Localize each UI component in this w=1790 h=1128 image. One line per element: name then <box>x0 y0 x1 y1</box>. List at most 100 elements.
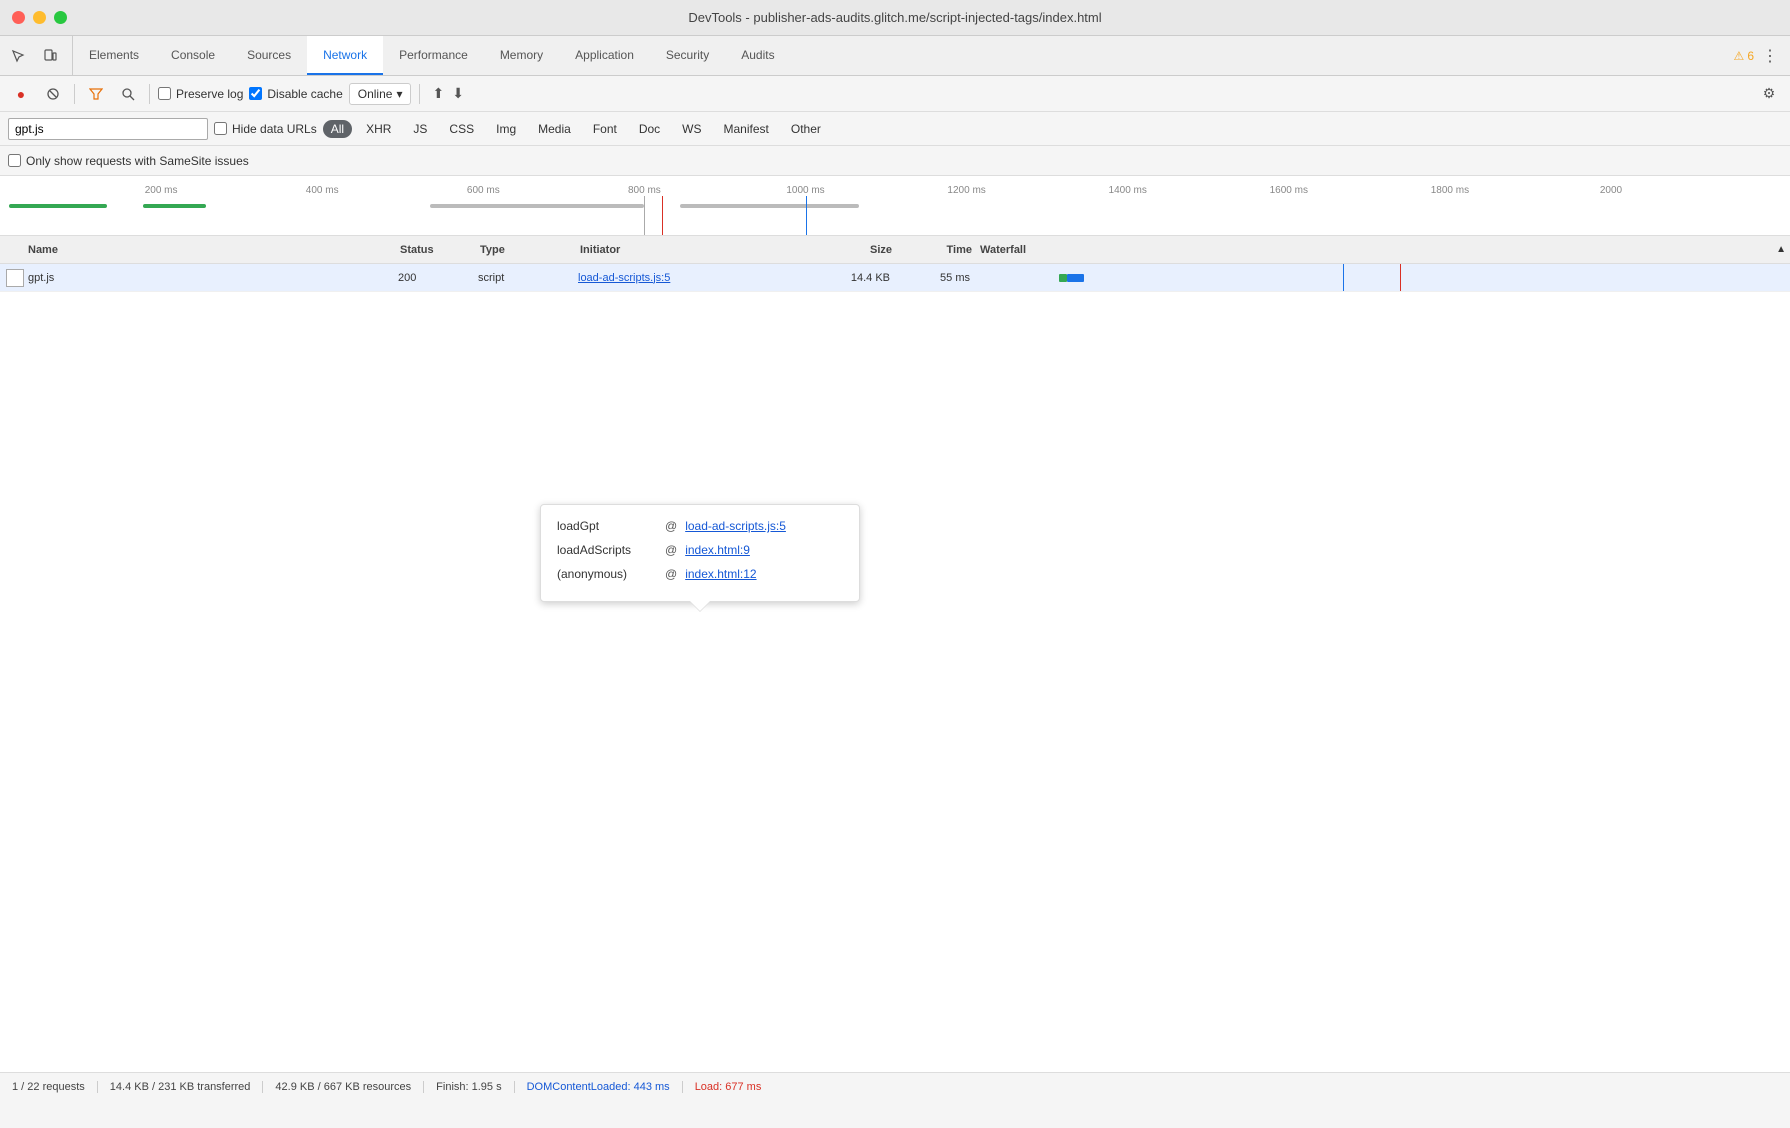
tab-elements[interactable]: Elements <box>73 36 155 75</box>
preserve-log-checkbox[interactable] <box>158 87 171 100</box>
network-throttle-dropdown[interactable]: Online ▾ <box>349 83 412 105</box>
tab-bar: Elements Console Sources Network Perform… <box>0 36 1790 76</box>
record-button[interactable]: ● <box>8 81 34 107</box>
toolbar-separator-3 <box>419 84 420 104</box>
import-export-buttons: ⬆ ⬇ <box>432 85 463 102</box>
filter-js-button[interactable]: JS <box>405 120 435 138</box>
filter-bar: Hide data URLs All XHR JS CSS Img Media … <box>0 112 1790 146</box>
filter-manifest-button[interactable]: Manifest <box>716 120 777 138</box>
filter-css-button[interactable]: CSS <box>441 120 482 138</box>
row-status: 200 <box>398 272 478 284</box>
col-header-name[interactable]: Name <box>0 244 400 256</box>
settings-button[interactable]: ⚙ <box>1756 81 1782 107</box>
hide-data-urls-text: Hide data URLs <box>232 122 317 136</box>
tab-memory[interactable]: Memory <box>484 36 559 75</box>
timeline-load-vline <box>662 196 663 235</box>
tab-bar-right: ⚠ 6 ⋮ <box>1726 36 1790 75</box>
tab-bar-left-controls <box>4 36 73 75</box>
filter-xhr-button[interactable]: XHR <box>358 120 399 138</box>
filter-other-button[interactable]: Other <box>783 120 829 138</box>
tab-console[interactable]: Console <box>155 36 231 75</box>
wf-load-line <box>1400 264 1401 291</box>
minimize-button[interactable] <box>33 11 46 24</box>
samesite-text: Only show requests with SameSite issues <box>26 154 249 168</box>
tab-security[interactable]: Security <box>650 36 725 75</box>
hide-data-urls-checkbox[interactable] <box>214 122 227 135</box>
status-bar: 1 / 22 requests 14.4 KB / 231 KB transfe… <box>0 1072 1790 1100</box>
wf-receiving-bar <box>1067 274 1083 282</box>
row-waterfall <box>978 264 1790 291</box>
search-input[interactable] <box>8 118 208 140</box>
samesite-checkbox[interactable] <box>8 154 21 167</box>
tab-performance[interactable]: Performance <box>383 36 484 75</box>
table-body: gpt.js 200 script load-ad-scripts.js:5 1… <box>0 264 1790 1100</box>
filter-doc-button[interactable]: Doc <box>631 120 668 138</box>
wf-dom-line <box>1343 264 1344 291</box>
cs-func-2: loadAdScripts <box>557 541 657 559</box>
timeline-ruler: 200 ms 400 ms 600 ms 800 ms 1000 ms 1200… <box>0 176 1790 196</box>
row-size: 14.4 KB <box>798 272 898 284</box>
preserve-log-label[interactable]: Preserve log <box>158 87 243 101</box>
table-row[interactable]: gpt.js 200 script load-ad-scripts.js:5 1… <box>0 264 1790 292</box>
timeline-bars <box>0 196 1790 235</box>
warning-badge[interactable]: ⚠ 6 <box>1734 49 1754 63</box>
inspect-element-button[interactable] <box>4 42 32 70</box>
maximize-button[interactable] <box>54 11 67 24</box>
col-header-status[interactable]: Status <box>400 244 480 256</box>
status-resources: 42.9 KB / 667 KB resources <box>263 1081 424 1093</box>
import-button[interactable]: ⬆ <box>432 85 444 102</box>
filter-button[interactable] <box>83 81 109 107</box>
clear-button[interactable] <box>40 81 66 107</box>
col-header-type[interactable]: Type <box>480 244 580 256</box>
ruler-tick-600ms: 600 ms <box>467 185 500 196</box>
title-bar: DevTools - publisher-ads-audits.glitch.m… <box>0 0 1790 36</box>
disable-cache-checkbox[interactable] <box>249 87 262 100</box>
ruler-tick-1800ms: 1800 ms <box>1431 185 1469 196</box>
status-finish: Finish: 1.95 s <box>424 1081 514 1093</box>
preserve-log-text: Preserve log <box>176 87 243 101</box>
popup-arrow <box>690 601 710 611</box>
toolbar-separator-2 <box>149 84 150 104</box>
row-initiator[interactable]: load-ad-scripts.js:5 <box>578 272 798 284</box>
samesite-label[interactable]: Only show requests with SameSite issues <box>8 154 249 168</box>
call-stack-entry-1: loadGpt @ load-ad-scripts.js:5 <box>557 517 843 535</box>
ruler-tick-1200ms: 1200 ms <box>947 185 985 196</box>
cs-func-3: (anonymous) <box>557 565 657 583</box>
col-header-size[interactable]: Size <box>800 244 900 256</box>
disable-cache-label[interactable]: Disable cache <box>249 87 342 101</box>
search-button[interactable] <box>115 81 141 107</box>
call-stack-popup: loadGpt @ load-ad-scripts.js:5 loadAdScr… <box>540 504 860 602</box>
col-header-initiator[interactable]: Initiator <box>580 244 800 256</box>
main-content: 200 ms 400 ms 600 ms 800 ms 1000 ms 1200… <box>0 176 1790 1100</box>
ruler-tick-2000: 2000 <box>1600 185 1622 196</box>
filter-img-button[interactable]: Img <box>488 120 524 138</box>
warning-count: 6 <box>1747 49 1754 63</box>
tab-audits[interactable]: Audits <box>725 36 790 75</box>
main-tabs: Elements Console Sources Network Perform… <box>73 36 1726 75</box>
cs-link-1[interactable]: load-ad-scripts.js:5 <box>685 517 786 535</box>
filter-all-button[interactable]: All <box>323 120 352 138</box>
col-header-waterfall[interactable]: Waterfall ▲ <box>980 244 1790 256</box>
cs-link-3[interactable]: index.html:12 <box>685 565 756 583</box>
export-button[interactable]: ⬇ <box>452 85 464 102</box>
disable-cache-text: Disable cache <box>267 87 342 101</box>
filter-ws-button[interactable]: WS <box>674 120 709 138</box>
status-transferred: 14.4 KB / 231 KB transferred <box>98 1081 264 1093</box>
tab-sources[interactable]: Sources <box>231 36 307 75</box>
device-toolbar-button[interactable] <box>36 42 64 70</box>
filter-font-button[interactable]: Font <box>585 120 625 138</box>
more-options-button[interactable]: ⋮ <box>1758 42 1782 70</box>
hide-data-urls-label[interactable]: Hide data URLs <box>214 122 317 136</box>
timeline-gray-vline <box>644 196 645 235</box>
close-button[interactable] <box>12 11 25 24</box>
cs-link-2[interactable]: index.html:9 <box>685 541 750 559</box>
ruler-tick-1000ms: 1000 ms <box>786 185 824 196</box>
cs-at-3: @ <box>665 565 677 583</box>
wf-waiting-bar <box>1059 274 1067 282</box>
tab-network[interactable]: Network <box>307 36 383 75</box>
col-header-time[interactable]: Time <box>900 244 980 256</box>
window-title: DevTools - publisher-ads-audits.glitch.m… <box>688 10 1101 25</box>
tab-application[interactable]: Application <box>559 36 650 75</box>
filter-media-button[interactable]: Media <box>530 120 579 138</box>
window-controls <box>12 11 67 24</box>
